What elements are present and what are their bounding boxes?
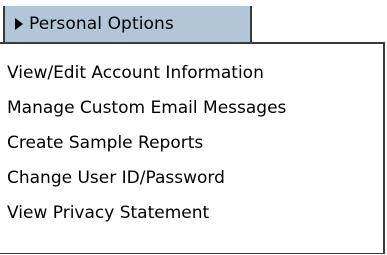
- menu-item-change-user-id-password[interactable]: Change User ID/Password: [7, 161, 225, 195]
- menu-item-create-sample-reports[interactable]: Create Sample Reports: [7, 126, 203, 160]
- menu-item-view-privacy-statement[interactable]: View Privacy Statement: [7, 196, 209, 230]
- triangle-right-icon: [15, 18, 23, 30]
- personal-options-list: View/Edit Account Information Manage Cus…: [0, 42, 385, 254]
- menu-item-view-edit-account[interactable]: View/Edit Account Information: [7, 56, 264, 90]
- personal-options-header[interactable]: Personal Options: [3, 6, 252, 42]
- personal-options-menu: Personal Options View/Edit Account Infor…: [0, 0, 387, 255]
- menu-item-manage-email-messages[interactable]: Manage Custom Email Messages: [7, 91, 286, 125]
- personal-options-label: Personal Options: [29, 14, 174, 34]
